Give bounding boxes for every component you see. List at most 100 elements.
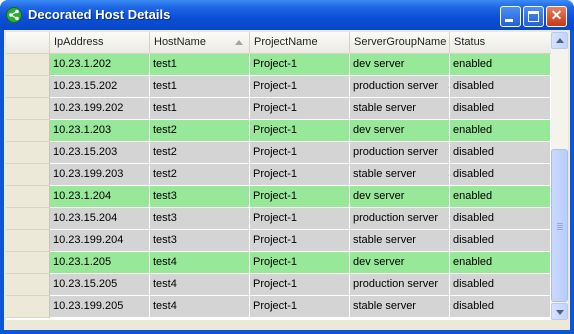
table-row[interactable]: 10.23.15.205 test4 Project-1 production ser…	[6, 274, 551, 296]
row-header[interactable]	[6, 120, 50, 142]
cell-hostname[interactable]: test3	[150, 186, 250, 208]
cell-ip[interactable]: 10.23.15.204	[50, 208, 150, 230]
cell-ip[interactable]: 10.23.15.203	[50, 142, 150, 164]
row-header[interactable]	[6, 230, 50, 252]
cell-project[interactable]: Project-1	[250, 54, 350, 76]
cell-ip[interactable]: 10.23.199.205	[50, 296, 150, 318]
table-row[interactable]: 10.23.199.202 test1 Project-1 stable server…	[6, 98, 551, 120]
cell-status[interactable]: enabled	[450, 54, 551, 76]
scroll-thumb[interactable]	[551, 149, 568, 302]
cell-status[interactable]: disabled	[450, 230, 551, 252]
cell-servergroup[interactable]: dev server	[350, 120, 450, 142]
row-header[interactable]	[6, 98, 50, 120]
cell-project[interactable]: Project-1	[250, 296, 350, 318]
cell-servergroup[interactable]: production server	[350, 274, 450, 296]
title-bar[interactable]: Decorated Host Details ✕	[0, 0, 574, 30]
cell-project[interactable]: Project-1	[250, 252, 350, 274]
scroll-up-button[interactable]	[551, 32, 568, 49]
cell-hostname[interactable]: test3	[150, 230, 250, 252]
cell-hostname[interactable]: test2	[150, 164, 250, 186]
cell-project[interactable]: Project-1	[250, 186, 350, 208]
table-row[interactable]: 10.23.1.203 test2 Project-1 dev server enabl…	[6, 120, 551, 142]
row-header-corner[interactable]	[6, 32, 50, 53]
cell-hostname[interactable]: test4	[150, 274, 250, 296]
cell-project[interactable]: Project-1	[250, 98, 350, 120]
cell-servergroup[interactable]: production server	[350, 208, 450, 230]
column-header-hostname[interactable]: HostName	[150, 32, 250, 53]
cell-servergroup[interactable]: production server	[350, 76, 450, 98]
cell-ip[interactable]: 10.23.15.202	[50, 76, 150, 98]
row-header[interactable]	[6, 54, 50, 76]
cell-hostname[interactable]: test1	[150, 98, 250, 120]
maximize-button[interactable]	[523, 6, 544, 27]
cell-project[interactable]: Project-1	[250, 120, 350, 142]
cell-ip[interactable]: 10.23.199.204	[50, 230, 150, 252]
cell-servergroup[interactable]: stable server	[350, 230, 450, 252]
table-row[interactable]: 10.23.15.204 test3 Project-1 production ser…	[6, 208, 551, 230]
row-header[interactable]	[6, 76, 50, 98]
table-row[interactable]: 10.23.199.205 test4 Project-1 stable server…	[6, 296, 551, 318]
row-header[interactable]	[6, 164, 50, 186]
cell-status[interactable]: disabled	[450, 274, 551, 296]
row-header[interactable]	[6, 208, 50, 230]
cell-servergroup[interactable]: stable server	[350, 164, 450, 186]
cell-project[interactable]: Project-1	[250, 274, 350, 296]
column-header-project[interactable]: ProjectName	[250, 32, 350, 53]
cell-status[interactable]: enabled	[450, 186, 551, 208]
cell-status[interactable]: disabled	[450, 164, 551, 186]
cell-hostname[interactable]: test1	[150, 54, 250, 76]
cell-ip[interactable]: 10.23.199.202	[50, 98, 150, 120]
table-row[interactable]: 10.23.199.203 test2 Project-1 stable server…	[6, 164, 551, 186]
cell-ip[interactable]: 10.23.1.202	[50, 54, 150, 76]
cell-hostname[interactable]: test4	[150, 296, 250, 318]
row-header[interactable]	[6, 252, 50, 274]
cell-hostname[interactable]: test4	[150, 252, 250, 274]
table-row[interactable]: 10.23.199.204 test3 Project-1 stable server…	[6, 230, 551, 252]
cell-project[interactable]: Project-1	[250, 208, 350, 230]
row-header[interactable]	[6, 142, 50, 164]
row-header[interactable]	[6, 296, 50, 318]
scroll-down-button[interactable]	[551, 303, 568, 320]
table-row[interactable]: 10.23.1.204 test3 Project-1 dev server enabl…	[6, 186, 551, 208]
cell-hostname[interactable]: test1	[150, 76, 250, 98]
cell-status[interactable]: enabled	[450, 120, 551, 142]
table-row[interactable]: 10.23.15.203 test2 Project-1 production ser…	[6, 142, 551, 164]
cell-ip[interactable]: 10.23.15.205	[50, 274, 150, 296]
cell-hostname[interactable]: test3	[150, 208, 250, 230]
minimize-button[interactable]	[500, 6, 521, 27]
table-row[interactable]: 10.23.1.202 test1 Project-1 dev server enabl…	[6, 54, 551, 76]
column-header-ip[interactable]: IpAddress	[50, 32, 150, 53]
cell-status[interactable]: enabled	[450, 252, 551, 274]
cell-status[interactable]: disabled	[450, 142, 551, 164]
cell-ip[interactable]: 10.23.1.203	[50, 120, 150, 142]
table-row[interactable]: 10.23.15.202 test1 Project-1 production ser…	[6, 76, 551, 98]
cell-servergroup[interactable]: production server	[350, 142, 450, 164]
cell-hostname[interactable]: test2	[150, 142, 250, 164]
cell-ip[interactable]: 10.23.199.203	[50, 164, 150, 186]
host-data-grid[interactable]: IpAddress HostName ProjectName ServerGro…	[6, 32, 551, 320]
table-row[interactable]: 10.23.1.205 test4 Project-1 dev server enabl…	[6, 252, 551, 274]
cell-servergroup[interactable]: dev server	[350, 186, 450, 208]
column-header-status[interactable]: Status	[450, 32, 551, 53]
row-header[interactable]	[6, 186, 50, 208]
cell-project[interactable]: Project-1	[250, 76, 350, 98]
cell-project[interactable]: Project-1	[250, 142, 350, 164]
share-icon	[6, 7, 22, 23]
cell-servergroup[interactable]: dev server	[350, 54, 450, 76]
cell-servergroup[interactable]: stable server	[350, 98, 450, 120]
cell-status[interactable]: disabled	[450, 296, 551, 318]
column-header-servergroup[interactable]: ServerGroupName	[350, 32, 450, 53]
cell-servergroup[interactable]: dev server	[350, 252, 450, 274]
cell-status[interactable]: disabled	[450, 98, 551, 120]
cell-status[interactable]: disabled	[450, 76, 551, 98]
cell-servergroup[interactable]: stable server	[350, 296, 450, 318]
close-button[interactable]: ✕	[546, 6, 567, 27]
vertical-scrollbar[interactable]	[551, 32, 568, 320]
cell-project[interactable]: Project-1	[250, 164, 350, 186]
cell-ip[interactable]: 10.23.1.204	[50, 186, 150, 208]
cell-ip[interactable]: 10.23.1.205	[50, 252, 150, 274]
cell-hostname[interactable]: test2	[150, 120, 250, 142]
cell-project[interactable]: Project-1	[250, 230, 350, 252]
cell-status[interactable]: disabled	[450, 208, 551, 230]
row-header[interactable]	[6, 274, 50, 296]
